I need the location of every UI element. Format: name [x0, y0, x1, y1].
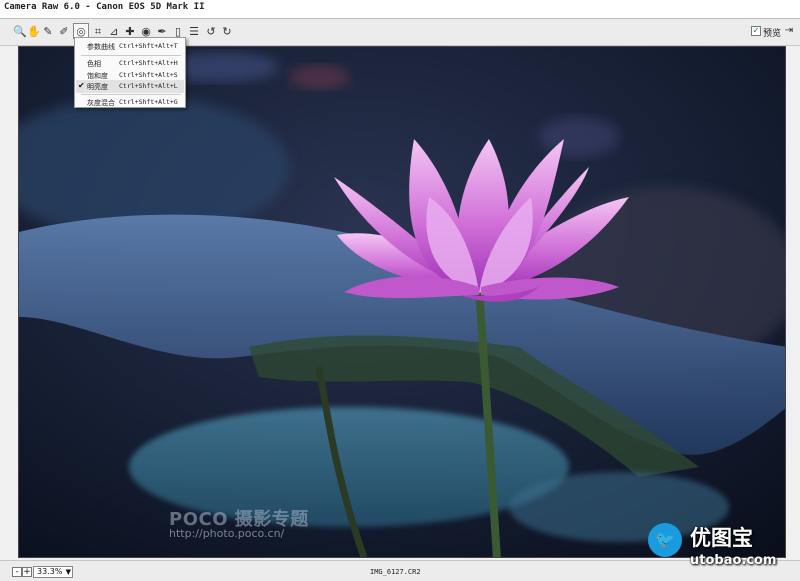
menu-item-label: 参数曲线 — [87, 43, 115, 51]
zoom-level-value: 33.3% — [37, 567, 63, 576]
menu-item-shortcut: Ctrl+Shft+Alt+H — [119, 59, 178, 67]
menu-item-label: 灰度混合 — [87, 99, 115, 107]
title-bar: Camera Raw 6.0 - Canon EOS 5D Mark II — [0, 0, 800, 19]
preview-label: 预览 — [763, 29, 782, 39]
window-title: Camera Raw 6.0 - Canon EOS 5D Mark II — [4, 2, 205, 12]
menu-item-label: 明亮度 — [87, 83, 108, 91]
site-logo-text: 优图宝 — [690, 526, 753, 550]
site-logo-url: utobao.com — [690, 553, 777, 568]
menu-item-luminance[interactable]: ✔ 明亮度 Ctrl+Shft+Alt+L — [76, 80, 184, 93]
status-bar: - + 33.3% ▼ IMG_6127.CR2 — [0, 560, 800, 581]
menu-item-shortcut: Ctrl+Shft+Alt+S — [119, 71, 178, 79]
menu-item-parametric-curve[interactable]: 参数曲线 Ctrl+Shft+Alt+T — [76, 40, 184, 53]
image-preview[interactable]: POCO 摄影专题 http://photo.poco.cn/ — [18, 46, 786, 558]
rotate-left-icon[interactable]: ↺ — [203, 23, 219, 39]
color-sampler-tool-icon[interactable]: ✐ — [56, 23, 72, 39]
menu-item-shortcut: Ctrl+Shft+Alt+L — [119, 82, 178, 90]
fullscreen-icon[interactable]: ⇥ — [781, 23, 797, 39]
chevron-down-icon: ▼ — [65, 568, 71, 576]
menu-item-grayscale-mix[interactable]: 灰度混合 Ctrl+Shft+Alt+G — [76, 96, 184, 109]
lotus-photo — [19, 47, 785, 557]
menu-item-shortcut: Ctrl+Shft+Alt+T — [119, 42, 178, 50]
menu-divider — [81, 94, 181, 95]
rotate-right-icon[interactable]: ↻ — [219, 23, 235, 39]
zoom-out-button[interactable]: - — [12, 567, 22, 577]
adjustment-type-menu: 参数曲线 Ctrl+Shft+Alt+T 色相 Ctrl+Shft+Alt+H … — [74, 37, 186, 108]
zoom-in-button[interactable]: + — [22, 567, 32, 577]
menu-divider — [81, 55, 181, 56]
watermark-url: http://photo.poco.cn/ — [169, 527, 285, 540]
checkmark-icon: ✔ — [78, 81, 85, 90]
preview-checkbox[interactable]: ✓ — [751, 26, 761, 36]
file-name: IMG_6127.CR2 — [370, 568, 421, 576]
preferences-icon[interactable]: ☰ — [186, 23, 202, 39]
bird-logo-icon: 🐦 — [648, 523, 682, 557]
white-balance-tool-icon[interactable]: ✎ — [40, 23, 56, 39]
menu-item-label: 色相 — [87, 60, 101, 68]
menu-item-shortcut: Ctrl+Shft+Alt+G — [119, 98, 178, 106]
zoom-level-select[interactable]: 33.3% ▼ — [33, 566, 73, 578]
